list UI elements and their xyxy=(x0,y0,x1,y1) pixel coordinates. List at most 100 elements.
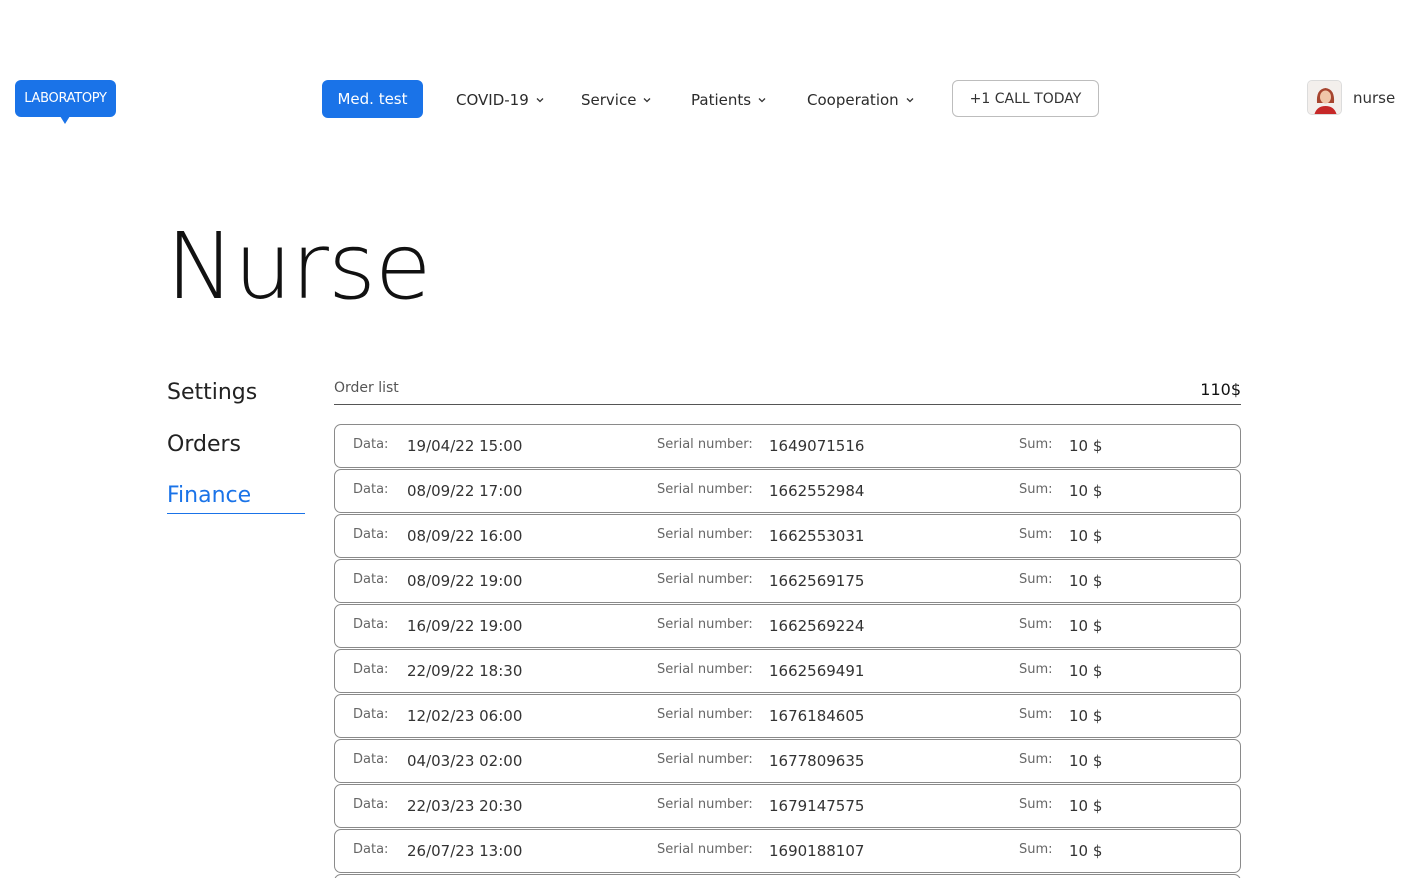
nav-item-patients[interactable]: Patients xyxy=(691,89,767,111)
order-serial: 1649071516 xyxy=(769,437,865,455)
order-date: 08/09/22 17:00 xyxy=(407,482,523,500)
nav-item-label: COVID-19 xyxy=(456,91,529,109)
user-name[interactable]: nurse xyxy=(1353,89,1395,107)
serial-label: Serial number: xyxy=(657,482,753,497)
serial-label: Serial number: xyxy=(657,572,753,587)
date-label: Data: xyxy=(353,707,389,722)
logo-text: LABORATOPY xyxy=(24,91,107,106)
date-label: Data: xyxy=(353,482,389,497)
date-label: Data: xyxy=(353,842,389,857)
page-title: Nurse xyxy=(166,213,431,320)
page: LABORATOPY Med. test COVID-19 Service Pa… xyxy=(0,0,1405,878)
avatar[interactable] xyxy=(1307,80,1342,115)
date-label: Data: xyxy=(353,617,389,632)
sum-label: Sum: xyxy=(1019,527,1053,542)
order-row[interactable]: Data: 08/09/22 17:00 Serial number: 1662… xyxy=(334,469,1241,513)
sum-label: Sum: xyxy=(1019,842,1053,857)
order-sum: 10 $ xyxy=(1069,842,1103,860)
order-date: 16/09/22 19:00 xyxy=(407,617,523,635)
order-date: 08/09/22 16:00 xyxy=(407,527,523,545)
serial-label: Serial number: xyxy=(657,527,753,542)
order-sum: 10 $ xyxy=(1069,662,1103,680)
chevron-down-icon xyxy=(758,98,766,103)
date-label: Data: xyxy=(353,572,389,587)
chevron-down-icon xyxy=(536,98,544,103)
order-date: 08/09/22 19:00 xyxy=(407,572,523,590)
serial-label: Serial number: xyxy=(657,707,753,722)
serial-label: Serial number: xyxy=(657,617,753,632)
order-serial: 1676184605 xyxy=(769,707,865,725)
active-menu-underline xyxy=(167,513,305,514)
side-menu-settings[interactable]: Settings xyxy=(167,380,257,405)
logo-pointer-icon xyxy=(60,116,70,124)
nav-item-cooperation[interactable]: Cooperation xyxy=(807,89,915,111)
order-row[interactable]: Data: 08/09/22 16:00 Serial number: 1662… xyxy=(334,514,1241,558)
serial-label: Serial number: xyxy=(657,842,753,857)
order-row[interactable]: Data: 22/03/23 20:30 Serial number: 1679… xyxy=(334,784,1241,828)
logo[interactable]: LABORATOPY xyxy=(15,80,116,117)
chevron-down-icon xyxy=(906,98,914,103)
side-menu-orders[interactable]: Orders xyxy=(167,432,241,457)
order-sum: 10 $ xyxy=(1069,797,1103,815)
serial-label: Serial number: xyxy=(657,662,753,677)
order-date: 26/07/23 13:00 xyxy=(407,842,523,860)
date-label: Data: xyxy=(353,662,389,677)
side-menu-finance[interactable]: Finance xyxy=(167,483,251,508)
sum-label: Sum: xyxy=(1019,752,1053,767)
order-sum: 10 $ xyxy=(1069,617,1103,635)
serial-label: Serial number: xyxy=(657,797,753,812)
order-serial: 1662569491 xyxy=(769,662,865,680)
order-serial: 1677809635 xyxy=(769,752,865,770)
order-row[interactable]: Data: 12/02/23 06:00 Serial number: 1676… xyxy=(334,694,1241,738)
med-test-button[interactable]: Med. test xyxy=(322,80,423,118)
order-serial: 1662552984 xyxy=(769,482,865,500)
chevron-down-icon xyxy=(643,98,651,103)
order-list-label: Order list xyxy=(334,380,399,396)
sum-label: Sum: xyxy=(1019,572,1053,587)
order-row[interactable]: Data: 08/09/22 19:00 Serial number: 1662… xyxy=(334,559,1241,603)
order-date: 04/03/23 02:00 xyxy=(407,752,523,770)
order-total: 110$ xyxy=(1200,380,1241,399)
order-sum: 10 $ xyxy=(1069,527,1103,545)
serial-label: Serial number: xyxy=(657,752,753,767)
sum-label: Sum: xyxy=(1019,707,1053,722)
sum-label: Sum: xyxy=(1019,797,1053,812)
order-row[interactable] xyxy=(334,874,1241,878)
sum-label: Sum: xyxy=(1019,482,1053,497)
order-list: Data: 19/04/22 15:00 Serial number: 1649… xyxy=(334,424,1241,878)
order-date: 12/02/23 06:00 xyxy=(407,707,523,725)
serial-label: Serial number: xyxy=(657,437,753,452)
nav-item-label: Cooperation xyxy=(807,91,899,109)
order-serial: 1662569175 xyxy=(769,572,865,590)
nav-item-covid[interactable]: COVID-19 xyxy=(456,89,545,111)
list-divider xyxy=(334,404,1241,405)
order-sum: 10 $ xyxy=(1069,572,1103,590)
order-sum: 10 $ xyxy=(1069,752,1103,770)
order-sum: 10 $ xyxy=(1069,707,1103,725)
sum-label: Sum: xyxy=(1019,437,1053,452)
order-sum: 10 $ xyxy=(1069,482,1103,500)
sum-label: Sum: xyxy=(1019,617,1053,632)
order-serial: 1662569224 xyxy=(769,617,865,635)
date-label: Data: xyxy=(353,752,389,767)
order-sum: 10 $ xyxy=(1069,437,1103,455)
nav-item-label: Patients xyxy=(691,91,752,109)
order-row[interactable]: Data: 04/03/23 02:00 Serial number: 1677… xyxy=(334,739,1241,783)
nav-item-service[interactable]: Service xyxy=(581,89,652,111)
call-today-button[interactable]: +1 CALL TODAY xyxy=(952,80,1099,117)
order-serial: 1690188107 xyxy=(769,842,865,860)
order-serial: 1662553031 xyxy=(769,527,865,545)
order-row[interactable]: Data: 26/07/23 13:00 Serial number: 1690… xyxy=(334,829,1241,873)
order-row[interactable]: Data: 16/09/22 19:00 Serial number: 1662… xyxy=(334,604,1241,648)
date-label: Data: xyxy=(353,437,389,452)
user-avatar-icon xyxy=(1308,81,1341,114)
sum-label: Sum: xyxy=(1019,662,1053,677)
order-serial: 1679147575 xyxy=(769,797,865,815)
order-row[interactable]: Data: 22/09/22 18:30 Serial number: 1662… xyxy=(334,649,1241,693)
order-date: 22/03/23 20:30 xyxy=(407,797,523,815)
nav-item-label: Service xyxy=(581,91,637,109)
order-row[interactable]: Data: 19/04/22 15:00 Serial number: 1649… xyxy=(334,424,1241,468)
order-date: 22/09/22 18:30 xyxy=(407,662,523,680)
date-label: Data: xyxy=(353,527,389,542)
date-label: Data: xyxy=(353,797,389,812)
